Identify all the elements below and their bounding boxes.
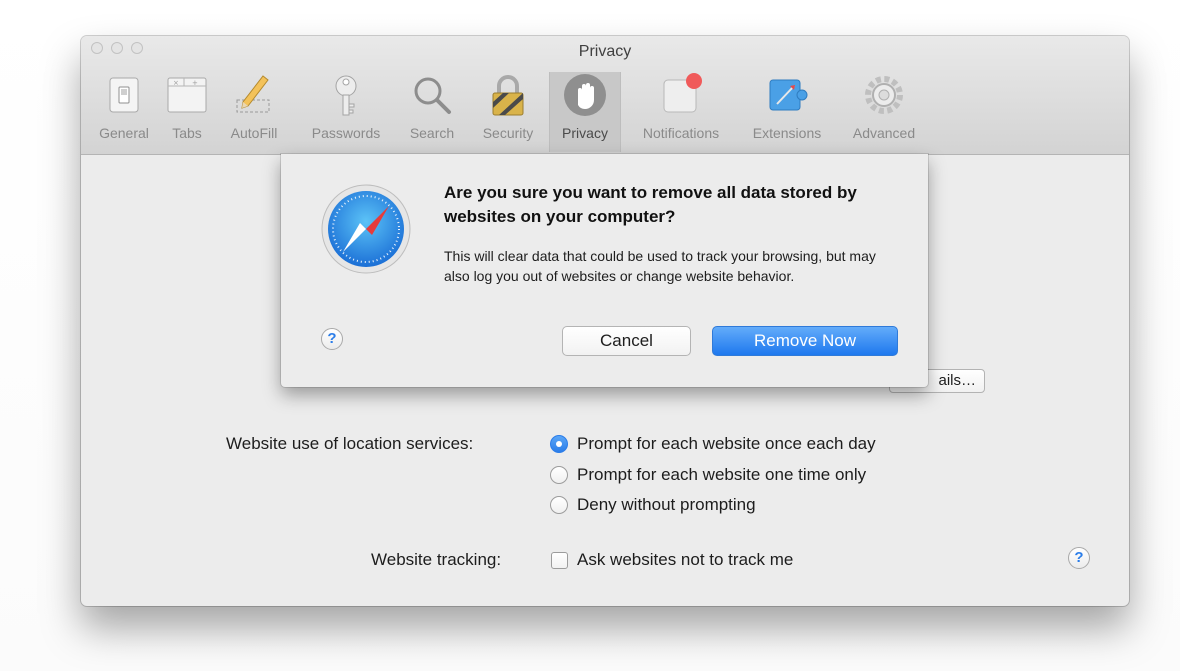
cancel-button[interactable]: Cancel	[562, 326, 691, 356]
pencil-icon	[236, 75, 270, 113]
location-option-radio-1[interactable]	[550, 466, 568, 484]
toolbar-label-security: Security	[482, 125, 534, 141]
tabs-icon: × +	[167, 77, 207, 113]
padlock-icon	[492, 75, 524, 116]
toolbar-item-search[interactable]: Search	[399, 72, 465, 152]
toolbar-item-passwords[interactable]: Passwords	[299, 72, 393, 152]
toolbar-label-search: Search	[409, 125, 455, 141]
toolbar-item-notifications[interactable]: Notifications	[627, 72, 735, 152]
notification-badge-icon	[663, 73, 702, 113]
dialog-message: This will clear data that could be used …	[444, 248, 876, 284]
toolbar-label-passwords: Passwords	[311, 125, 381, 141]
help-button[interactable]: ?	[1068, 547, 1090, 569]
location-option-label-2[interactable]: Deny without prompting	[577, 495, 756, 515]
dialog-title: Are you sure you want to remove all data…	[444, 183, 857, 226]
gear-icon	[865, 76, 903, 114]
toolbar-label-autofill: AutoFill	[230, 125, 278, 141]
remove-now-button[interactable]: Remove Now	[712, 326, 898, 356]
toolbar-item-advanced[interactable]: Advanced	[839, 72, 929, 152]
toolbar-item-security[interactable]: Security	[471, 72, 545, 152]
preferences-window: Privacy General × + Tabs AutoFill Passwo…	[81, 36, 1129, 606]
toolbar-label-privacy: Privacy	[562, 125, 608, 141]
general-switch-icon	[109, 77, 139, 113]
location-option-radio-2[interactable]	[550, 496, 568, 514]
toolbar-label-general: General	[99, 125, 149, 141]
do-not-track-label[interactable]: Ask websites not to track me	[577, 550, 793, 570]
toolbar-label-tabs: Tabs	[172, 125, 202, 141]
toolbar-item-general[interactable]: General	[91, 72, 157, 152]
dialog-help-button[interactable]: ?	[321, 328, 343, 350]
title-toolbar-area: Privacy General × + Tabs AutoFill Passwo…	[81, 36, 1129, 155]
magnifier-icon	[414, 77, 451, 114]
toolbar-item-privacy[interactable]: Privacy	[549, 72, 621, 152]
puzzle-icon	[769, 79, 808, 111]
location-services-label: Website use of location services:	[226, 434, 474, 453]
toolbar-item-tabs[interactable]: × + Tabs	[165, 72, 209, 152]
toolbar-label-notifications: Notifications	[642, 125, 720, 141]
location-option-radio-0[interactable]	[550, 435, 568, 453]
window-title: Privacy	[578, 43, 632, 60]
toolbar-item-extensions[interactable]: Extensions	[741, 72, 833, 152]
toolbar-item-autofill[interactable]: AutoFill	[221, 72, 287, 152]
location-option-label-0[interactable]: Prompt for each website once each day	[577, 434, 876, 454]
location-option-label-1[interactable]: Prompt for each website one time only	[577, 465, 866, 485]
svg-text:+: +	[192, 79, 198, 87]
confirmation-sheet: Are you sure you want to remove all data…	[281, 154, 928, 387]
do-not-track-checkbox[interactable]	[551, 552, 568, 569]
website-tracking-label: Website tracking:	[371, 550, 502, 569]
toolbar-label-extensions: Extensions	[752, 125, 822, 141]
svg-text:×: ×	[173, 79, 179, 87]
key-icon	[335, 75, 357, 116]
safari-compass-icon	[321, 184, 411, 274]
toolbar-label-advanced: Advanced	[852, 125, 916, 141]
hand-icon	[564, 74, 606, 116]
